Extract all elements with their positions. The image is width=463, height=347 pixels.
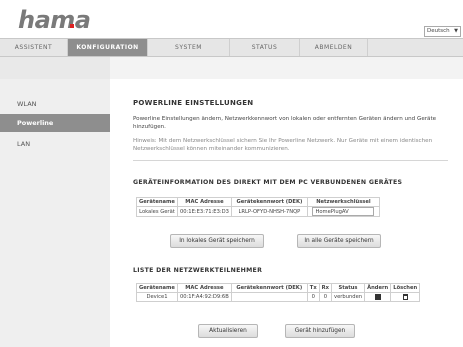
- save-all-button[interactable]: In alle Geräte speichern: [297, 234, 381, 248]
- column-header: MAC Adresse: [176, 197, 232, 207]
- refresh-button[interactable]: Aktualisieren: [198, 324, 258, 338]
- column-header: Netzwerkschlüssel: [306, 197, 380, 207]
- device-name-cell: Device1: [136, 292, 178, 302]
- local-device-table: Gerätename MAC Adresse Gerätekennwort (D…: [136, 197, 380, 217]
- device-name-cell: Lokales Gerät: [136, 206, 178, 217]
- sidebar-item-lan[interactable]: LAN: [0, 135, 110, 153]
- dek-cell: [230, 292, 308, 302]
- content-header-strip: [110, 57, 463, 79]
- column-header: Status: [331, 283, 366, 293]
- status-cell: verbunden: [331, 292, 366, 302]
- network-key-cell: HomePlugAV: [306, 206, 380, 217]
- hint-text: Hinweis: Mit dem Netzwerkschlüssel siche…: [133, 138, 433, 152]
- trash-icon[interactable]: [402, 293, 408, 300]
- tab-system[interactable]: SYSTEM: [148, 39, 230, 56]
- column-header: Ändern: [364, 283, 392, 293]
- save-local-button[interactable]: In lokales Gerät speichern: [170, 234, 264, 248]
- chevron-down-icon: ▼: [454, 28, 458, 34]
- column-header: MAC Adresse: [176, 283, 232, 293]
- tab-status[interactable]: STATUS: [230, 39, 300, 56]
- column-header: Gerätename: [136, 283, 178, 293]
- main-content: POWERLINE EINSTELLUNGEN Powerline Einste…: [110, 57, 463, 347]
- rx-cell: 0: [318, 292, 333, 302]
- main-nav: ASSISTENT KONFIGURATION SYSTEM STATUS AB…: [0, 38, 463, 57]
- local-device-section-title: GERÄTEINFORMATION DES DIREKT MIT DEM PC …: [133, 179, 403, 186]
- network-section-title: LISTE DER NETZWERKTEILNEHMER: [133, 267, 263, 274]
- sidebar-item-powerline[interactable]: Powerline: [0, 114, 110, 132]
- language-select[interactable]: Deutsch ▼: [424, 26, 461, 37]
- column-header: Löschen: [390, 283, 421, 293]
- sidebar-header-strip: [0, 57, 110, 79]
- table-row: Device1 00:1F:A4:92:D9:6B 0 0 verbunden: [136, 292, 421, 302]
- intro-text: Powerline Einstellungen ändern, Netzwerk…: [133, 116, 437, 130]
- tab-konfiguration[interactable]: KONFIGURATION: [68, 39, 148, 56]
- table-header-row: Gerätename MAC Adresse Gerätekennwort (D…: [136, 197, 380, 207]
- dek-cell: LRLP-OFYD-NHSH-7NQP: [230, 206, 308, 217]
- column-header: Tx: [306, 283, 320, 293]
- table-row: Lokales Gerät 00:1E:E3:71:E3:D3 LRLP-OFY…: [136, 206, 380, 217]
- hama-logo: hama: [18, 6, 91, 34]
- network-key-input[interactable]: HomePlugAV: [312, 207, 375, 216]
- sidebar-item-wlan[interactable]: WLAN: [0, 95, 110, 113]
- table-header-row: Gerätename MAC Adresse Gerätekennwort (D…: [136, 283, 421, 293]
- language-select-value: Deutsch: [427, 28, 450, 34]
- edit-icon[interactable]: [374, 293, 381, 300]
- column-header: Gerätekennwort (DEK): [230, 197, 308, 207]
- mac-cell: 00:1F:A4:92:D9:6B: [176, 292, 232, 302]
- divider: [133, 160, 448, 161]
- mac-cell: 00:1E:E3:71:E3:D3: [176, 206, 232, 217]
- page-title: POWERLINE EINSTELLUNGEN: [133, 99, 254, 107]
- add-device-button[interactable]: Gerät hinzufügen: [285, 324, 355, 338]
- edit-cell: [364, 292, 392, 302]
- logo-dot-icon: [70, 24, 74, 28]
- network-participants-table: Gerätename MAC Adresse Gerätekennwort (D…: [136, 283, 421, 302]
- header: hama Deutsch ▼: [0, 0, 463, 38]
- sidebar: WLAN Powerline LAN: [0, 57, 110, 347]
- tx-cell: 0: [306, 292, 320, 302]
- column-header: Gerätename: [136, 197, 178, 207]
- delete-cell: [390, 292, 421, 302]
- column-header: Rx: [318, 283, 333, 293]
- tab-assistent[interactable]: ASSISTENT: [0, 39, 68, 56]
- tab-abmelden[interactable]: ABMELDEN: [300, 39, 368, 56]
- column-header: Gerätekennwort (DEK): [230, 283, 308, 293]
